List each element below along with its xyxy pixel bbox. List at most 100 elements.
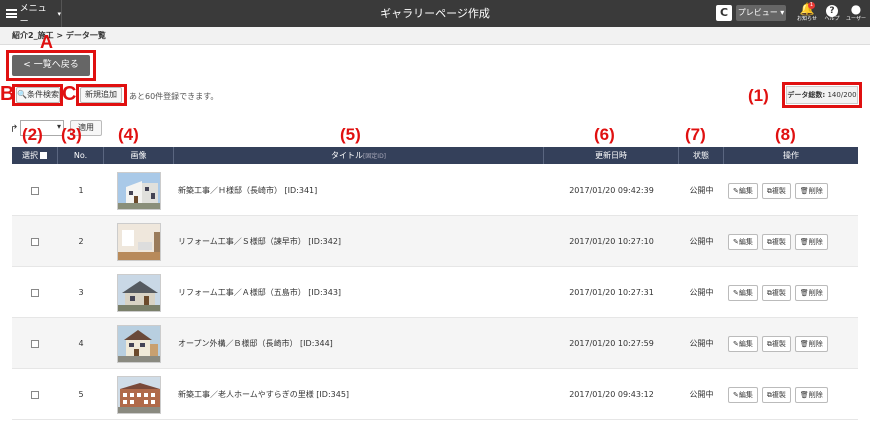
caret-down-icon: ▾	[57, 9, 61, 18]
annotation-box-1	[782, 82, 862, 108]
row-title[interactable]: リフォーム工事／Ａ様邸（五島市） [ID:343]	[178, 267, 538, 318]
table-row: 2 リフォーム工事／Ｓ様邸（諫早市） [ID:342] 2017/01/20 10:…	[12, 216, 858, 267]
row-select-cell	[12, 267, 58, 318]
row-number: 5	[78, 390, 84, 399]
thumbnail-image[interactable]	[117, 222, 161, 261]
row-updated: 2017/01/20 10:27:59	[569, 339, 654, 348]
row-number: 3	[78, 288, 84, 297]
preview-button[interactable]: プレビュー ▾	[736, 5, 786, 21]
row-number: 4	[78, 339, 84, 348]
edit-button[interactable]: ✎編集	[728, 335, 758, 352]
row-updated: 2017/01/20 10:27:10	[569, 237, 654, 246]
row-updated: 2017/01/20 09:43:12	[569, 390, 654, 399]
row-actions: ✎編集 ⧉複製 🗑削除	[728, 165, 858, 216]
user-label: ユーザー	[846, 16, 866, 22]
delete-button[interactable]: 🗑削除	[794, 335, 828, 352]
edit-button[interactable]: ✎編集	[728, 182, 758, 199]
row-select-cell	[12, 369, 58, 420]
row-image-cell	[104, 216, 174, 267]
row-status: 公開中	[689, 288, 714, 297]
copy-button[interactable]: ⧉複製	[761, 233, 791, 250]
row-status: 公開中	[689, 390, 714, 399]
trash-icon: 🗑	[799, 288, 809, 297]
row-image-cell	[104, 369, 174, 420]
row-status: 公開中	[689, 186, 714, 195]
row-image-cell	[104, 165, 174, 216]
breadcrumb: 紹介2_施工 > データ一覧	[0, 27, 870, 45]
delete-button[interactable]: 🗑削除	[794, 284, 828, 301]
table-header: 選択 No. 画像 タイトル[固定ID] 更新日時 状態 操作	[12, 147, 858, 164]
table-row: 5 新築工事／老人ホームやすらぎの里様 [ID:345] 2017/01/20 09…	[12, 369, 858, 420]
row-actions: ✎編集 ⧉複製 🗑削除	[728, 369, 858, 420]
row-title[interactable]: オープン外構／Ｂ様邸（長崎市） [ID:344]	[178, 318, 538, 369]
annotation-box-a	[6, 50, 96, 81]
row-checkbox[interactable]	[31, 390, 39, 399]
copy-button[interactable]: ⧉複製	[761, 335, 791, 352]
row-select-cell	[12, 165, 58, 216]
row-checkbox[interactable]	[31, 237, 39, 246]
row-select-cell	[12, 216, 58, 267]
table-row: 4 オープン外構／Ｂ様邸（長崎市） [ID:344] 2017/01/20 10:2…	[12, 318, 858, 369]
copy-button[interactable]: ⧉複製	[761, 386, 791, 403]
row-checkbox[interactable]	[31, 339, 39, 348]
delete-button[interactable]: 🗑削除	[794, 233, 828, 250]
row-title[interactable]: 新築工事／老人ホームやすらぎの里様 [ID:345]	[178, 369, 538, 420]
annotation-label-3: (3)	[61, 125, 82, 144]
header-status: 状態	[679, 147, 724, 164]
annotation-label-8: (8)	[775, 125, 796, 144]
annotation-label-a: A	[40, 32, 53, 52]
menu-button[interactable]: メニュー ▾	[0, 0, 62, 27]
annotation-box-c	[76, 84, 127, 106]
row-actions: ✎編集 ⧉複製 🗑削除	[728, 216, 858, 267]
trash-icon: 🗑	[799, 390, 809, 399]
help-icon: ?	[821, 2, 843, 17]
user-icon: ●	[850, 2, 862, 16]
edit-button[interactable]: ✎編集	[728, 284, 758, 301]
table-row: 3 リフォーム工事／Ａ様邸（五島市） [ID:343] 2017/01/20 10:…	[12, 267, 858, 318]
row-updated: 2017/01/20 10:27:31	[569, 288, 654, 297]
notifications-button[interactable]: 🔔 1 お知らせ	[796, 2, 818, 26]
annotation-label-2: (2)	[22, 125, 43, 144]
table-row: 1 新築工事／Ｈ様邸（長崎市） [ID:341] 2017/01/20 09:42:…	[12, 165, 858, 216]
row-actions: ✎編集 ⧉複製 🗑削除	[728, 318, 858, 369]
menu-label: メニュー	[19, 3, 47, 27]
annotation-box-b	[12, 84, 63, 106]
header-title: タイトル[固定ID]	[174, 147, 544, 164]
annotation-label-c: C	[62, 83, 77, 105]
edit-button[interactable]: ✎編集	[728, 233, 758, 250]
annotation-label-6: (6)	[594, 125, 615, 144]
edit-button[interactable]: ✎編集	[728, 386, 758, 403]
thumbnail-image[interactable]	[117, 375, 161, 414]
thumbnail-image[interactable]	[117, 171, 161, 210]
delete-button[interactable]: 🗑削除	[794, 386, 828, 403]
header-actions: 操作	[783, 151, 799, 160]
thumbnail-image[interactable]	[117, 273, 161, 312]
refresh-button[interactable]: C	[716, 5, 732, 21]
help-button[interactable]: ? ヘルプ	[821, 2, 843, 26]
copy-button[interactable]: ⧉複製	[761, 284, 791, 301]
thumbnail-image[interactable]	[117, 324, 161, 363]
row-status: 公開中	[689, 339, 714, 348]
delete-button[interactable]: 🗑削除	[794, 182, 828, 199]
user-button[interactable]: ● ユーザー	[845, 2, 867, 26]
row-status: 公開中	[689, 237, 714, 246]
annotation-label-1: (1)	[748, 86, 769, 105]
notification-badge: 1	[808, 2, 815, 9]
select-all-checkbox[interactable]	[40, 152, 47, 159]
hamburger-icon	[6, 9, 17, 18]
row-updated: 2017/01/20 09:42:39	[569, 186, 654, 195]
row-select-cell	[12, 318, 58, 369]
annotation-label-5: (5)	[340, 125, 361, 144]
row-title[interactable]: リフォーム工事／Ｓ様邸（諫早市） [ID:342]	[178, 216, 538, 267]
header-updated: 更新日時	[544, 147, 679, 164]
row-checkbox[interactable]	[31, 288, 39, 297]
row-title[interactable]: 新築工事／Ｈ様邸（長崎市） [ID:341]	[178, 165, 538, 216]
trash-icon: 🗑	[799, 186, 809, 195]
row-number: 2	[78, 237, 84, 246]
registration-info: あと60件登録できます。	[129, 92, 219, 101]
copy-button[interactable]: ⧉複製	[761, 182, 791, 199]
row-checkbox[interactable]	[31, 186, 39, 195]
trash-icon: 🗑	[799, 339, 809, 348]
annotation-label-4: (4)	[118, 125, 139, 144]
help-label: ヘルプ	[824, 16, 840, 22]
